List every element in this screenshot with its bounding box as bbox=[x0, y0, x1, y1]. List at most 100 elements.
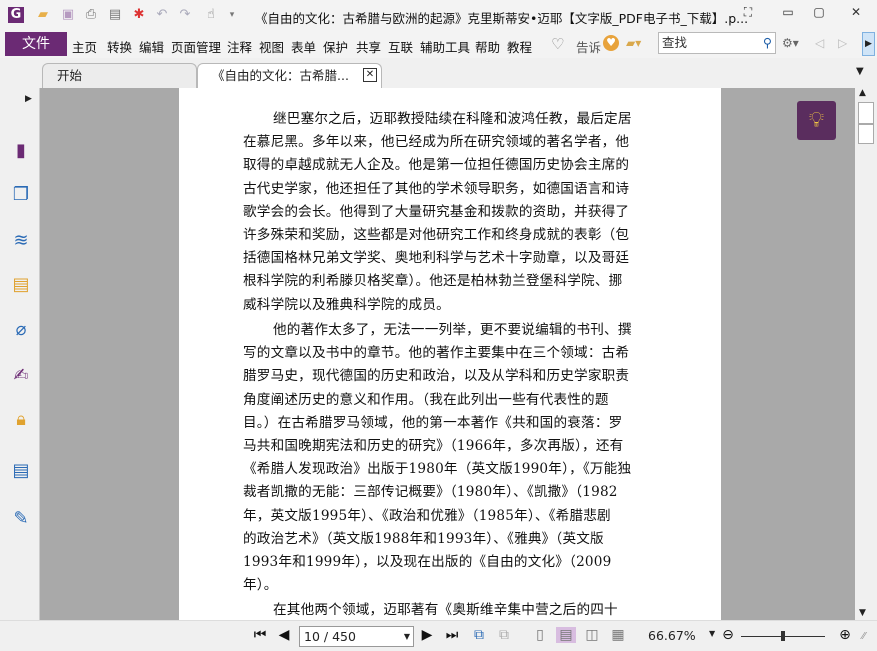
ribbon-expand-button[interactable]: ▶ bbox=[862, 32, 875, 56]
file-menu-button[interactable]: 文件 bbox=[5, 32, 67, 56]
text-line: 目。）在古希腊罗马领域，他的第一本著作《共和国的衰落：罗 bbox=[243, 414, 623, 431]
page-number: 10 / 450 bbox=[304, 629, 356, 644]
left-panel: ▶ ▮ ❐ ≋ ▤ ⌀ ✍ 🔒︎ ▤ ✎ bbox=[0, 88, 40, 620]
tab-bar: 开始 《自由的文化：古希腊... ✕ ▼ bbox=[0, 58, 877, 88]
menu-item[interactable]: 保护 bbox=[323, 37, 348, 56]
text-line: 括德国格林兄弟文学奖、奥地利科学与艺术十字勋章，以及哥廷 bbox=[243, 250, 630, 267]
text-line: 在慕尼黑。多年以来，他已经成为所在研究领域的著名学者，他 bbox=[243, 134, 630, 151]
status-bar: ⏮ ◀ 10 / 450 ▼ ▶ ⏭ ⧉ ⧉ ▯ ▤ ◫ ▦ 66.67% ▼ ⊖… bbox=[0, 620, 877, 651]
open-folder-icon[interactable]: ▰ bbox=[35, 7, 51, 23]
menu-item[interactable]: 编辑 bbox=[139, 37, 164, 56]
app-logo-icon: G bbox=[8, 7, 24, 23]
resize-grip-icon[interactable]: ⁄⁄ bbox=[862, 631, 865, 642]
print-icon[interactable]: ⎙ bbox=[83, 7, 99, 23]
text-line: 取得的卓越成就无人企及。他是第一位担任德国历史协会主席的 bbox=[243, 157, 630, 174]
properties-icon[interactable]: ▤ bbox=[107, 7, 123, 23]
comments-icon[interactable]: ▤ bbox=[10, 274, 32, 296]
first-page-button[interactable]: ⏮ bbox=[251, 627, 269, 643]
menu-item[interactable]: 教程 bbox=[507, 37, 532, 56]
search-icon[interactable]: ⚲ bbox=[763, 33, 772, 53]
expand-panel-icon[interactable]: ▶ bbox=[25, 94, 32, 104]
next-view-icon[interactable]: ⧉ bbox=[495, 627, 513, 643]
continuous-facing-view-icon[interactable]: ▦ bbox=[609, 627, 627, 643]
scroll-up-icon[interactable]: ▲ bbox=[859, 88, 866, 98]
text-line: 继巴塞尔之后，迈耶教授陆续在科隆和波鸿任教，最后定居 bbox=[273, 111, 632, 127]
text-line: 角度阐述历史的意义和作用。（我在此列出一些有代表性的题 bbox=[243, 391, 609, 408]
layers-icon[interactable]: ≋ bbox=[10, 230, 32, 252]
tab-start[interactable]: 开始 bbox=[42, 63, 197, 88]
hand-tool-icon[interactable]: ☝ bbox=[203, 7, 219, 23]
signature-icon[interactable]: ✍ bbox=[10, 365, 32, 387]
menu-item[interactable]: 帮助 bbox=[475, 37, 500, 56]
page-number-input[interactable]: 10 / 450 ▼ bbox=[299, 626, 414, 647]
tab-document[interactable]: 《自由的文化：古希腊... ✕ bbox=[197, 63, 382, 88]
certify-icon[interactable]: ✎ bbox=[10, 508, 32, 530]
scroll-right-icon[interactable]: ▷ bbox=[838, 36, 847, 50]
menu-item[interactable]: 互联 bbox=[388, 37, 413, 56]
new-document-icon[interactable]: ✱ bbox=[131, 7, 147, 23]
facing-view-icon[interactable]: ◫ bbox=[583, 627, 601, 643]
menu-item[interactable]: 表单 bbox=[291, 37, 316, 56]
form-fields-icon[interactable]: ▤ bbox=[10, 460, 32, 482]
tab-list-dropdown-icon[interactable]: ▼ bbox=[856, 66, 864, 77]
text-line: 年，英文版1995年）、《政治和优雅》（1985年）、《希腊悲剧 bbox=[243, 507, 611, 524]
text-line: 年）。 bbox=[243, 577, 278, 594]
page-thumbnail-icon[interactable]: ▮ bbox=[10, 140, 32, 162]
customize-dropdown-icon[interactable]: ▾ bbox=[224, 7, 240, 23]
page-dropdown-icon[interactable]: ▼ bbox=[404, 627, 410, 646]
text-line: 他的著作太多了，无法一一列举，更不要说编辑的书刊、撰 bbox=[273, 322, 632, 338]
text-line: 腊罗马史，现代德国的历史和政治，以及从学科和历史学家职责 bbox=[243, 368, 630, 385]
scrollbar-thumb-2[interactable] bbox=[858, 124, 874, 144]
folder-search-icon[interactable]: ▰▾ bbox=[626, 36, 641, 50]
scrollbar-thumb[interactable] bbox=[858, 102, 874, 124]
text-line: 古代史学家，他还担任了其他的学术领导职务，如德国语言和诗 bbox=[243, 180, 630, 197]
redo-icon[interactable]: ↷ bbox=[177, 7, 193, 23]
menu-item[interactable]: 注释 bbox=[227, 37, 252, 56]
previous-page-button[interactable]: ◀ bbox=[275, 627, 293, 643]
close-button[interactable]: ✕ bbox=[846, 5, 866, 23]
save-icon[interactable]: ▣ bbox=[60, 7, 76, 23]
security-lock-icon[interactable]: 🔒︎ bbox=[10, 409, 32, 431]
zoom-dropdown-icon[interactable]: ▼ bbox=[709, 629, 715, 638]
tell-me[interactable]: 告诉 bbox=[576, 37, 601, 56]
document-viewer: 继巴塞尔之后，迈耶教授陆续在科隆和波鸿任教，最后定居在慕尼黑。多年以来，他已经成… bbox=[40, 88, 855, 620]
minimize-button[interactable]: ▭ bbox=[778, 5, 798, 23]
menu-item[interactable]: 页面管理 bbox=[171, 37, 221, 56]
heart-icon[interactable]: ♥ bbox=[603, 35, 619, 51]
scroll-left-icon[interactable]: ◁ bbox=[815, 36, 824, 50]
text-line: 许多殊荣和奖励，这些都是对他研究工作和终身成就的表彰（包 bbox=[243, 227, 630, 243]
undo-icon[interactable]: ↶ bbox=[154, 7, 170, 23]
continuous-view-icon[interactable]: ▤ bbox=[556, 627, 576, 643]
menu-item[interactable]: 辅助工具 bbox=[420, 37, 470, 56]
zoom-level[interactable]: 66.67% bbox=[648, 628, 696, 643]
menu-item[interactable]: 共享 bbox=[356, 37, 381, 56]
menu-item[interactable]: 主页 bbox=[72, 37, 97, 56]
tips-lightbulb-button[interactable]: 💡︎ bbox=[797, 101, 836, 140]
pages-icon[interactable]: ❐ bbox=[10, 184, 32, 206]
lightbulb-icon[interactable]: ♡ bbox=[551, 35, 564, 53]
menu-item[interactable]: 转换 bbox=[107, 37, 132, 56]
settings-gear-icon[interactable]: ⚙▾ bbox=[782, 36, 799, 50]
maximize-button[interactable]: ▢ bbox=[809, 5, 829, 23]
close-tab-icon[interactable]: ✕ bbox=[363, 68, 377, 82]
previous-view-icon[interactable]: ⧉ bbox=[470, 627, 488, 643]
tab-label: 《自由的文化：古希腊... bbox=[212, 68, 349, 83]
menu-bar: 文件 主页 转换 编辑 页面管理 注释 视图 表单 保护 共享 互联 辅助工具 帮助 教程 ♡ 告诉 ♥… bbox=[0, 30, 877, 58]
vertical-scrollbar[interactable]: ▲ ▼ bbox=[855, 88, 877, 620]
last-page-button[interactable]: ⏭ bbox=[443, 627, 461, 643]
zoom-slider-thumb[interactable] bbox=[781, 631, 785, 641]
next-page-button[interactable]: ▶ bbox=[418, 627, 436, 643]
text-line: 裁者凯撒的无能：三部传记概要》（1980年）、《凯撒》（1982 bbox=[243, 484, 618, 501]
title-bar: G ▰ ▣ ⎙ ▤ ✱ ↶ ↷ ☝ ▾ 《自由的文化：古希腊与欧洲的起源》克里斯… bbox=[0, 0, 877, 30]
text-line: 根科学院的利希滕贝格奖章）。他还是柏林勃兰登堡科学院、挪 bbox=[243, 273, 623, 290]
text-line: 《希腊人发现政治》出版于1980年（英文版1990年），《万能独 bbox=[243, 461, 632, 478]
scroll-down-icon[interactable]: ▼ bbox=[859, 608, 866, 618]
search-placeholder: 查找 bbox=[662, 35, 688, 50]
single-page-view-icon[interactable]: ▯ bbox=[531, 627, 549, 643]
zoom-in-button[interactable]: ⊕ bbox=[836, 627, 854, 643]
fullscreen-icon[interactable]: ⛶ bbox=[738, 5, 758, 23]
menu-item[interactable]: 视图 bbox=[259, 37, 284, 56]
attachment-icon[interactable]: ⌀ bbox=[10, 319, 32, 341]
zoom-out-button[interactable]: ⊖ bbox=[719, 627, 737, 643]
search-input[interactable]: 查找 ⚲ bbox=[658, 32, 776, 54]
